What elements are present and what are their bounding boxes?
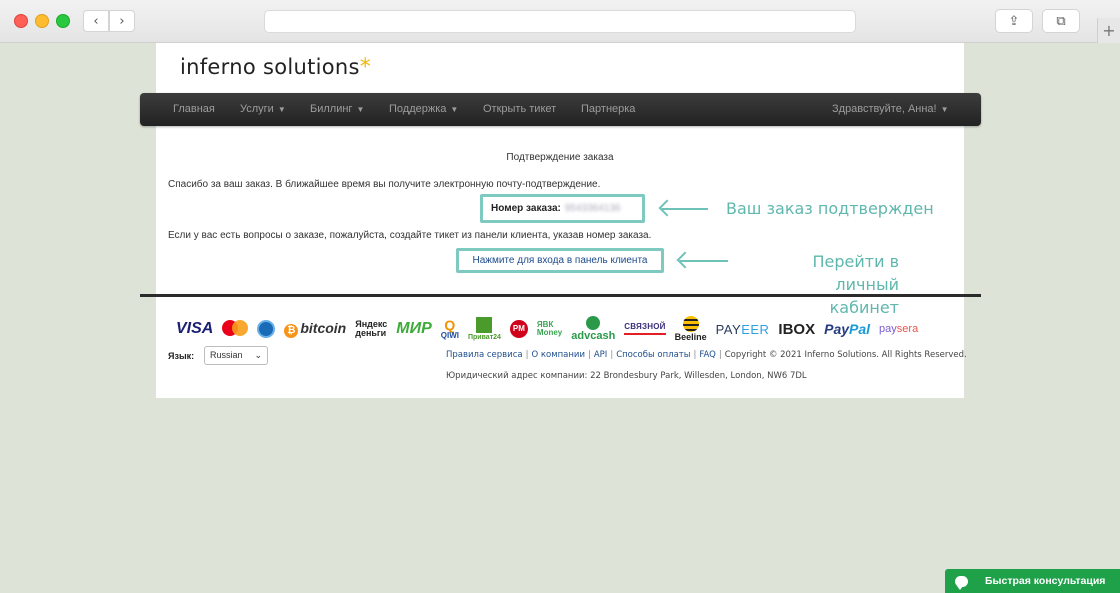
nav-item-support[interactable]: Поддержка ▼ <box>389 93 458 126</box>
webmoney-logo <box>257 320 276 338</box>
order-number-label: Номер заказа: <box>491 203 561 214</box>
site-logo[interactable]: inferno solutions* <box>180 55 371 80</box>
caret-down-icon: ▼ <box>356 105 365 114</box>
beeline-logo: Beeline <box>675 316 707 342</box>
thanks-message: Спасибо за ваш заказ. В ближайшее время … <box>168 179 601 190</box>
minimize-window-button[interactable] <box>35 14 49 28</box>
language-select[interactable]: Russian ⌄ <box>204 346 268 365</box>
yandex-money-logo: Яндекс деньги <box>355 319 388 338</box>
visa-logo: VISA <box>176 320 214 337</box>
logo-star-icon: * <box>359 55 372 80</box>
mastercard-logo <box>222 320 249 338</box>
mir-logo: МИР <box>396 320 432 337</box>
annotation-go-to-cabinet: Перейти в личный кабинет <box>812 252 899 317</box>
chevron-left-icon: ‹ <box>93 13 99 29</box>
page-title: Подтверждение заказа <box>506 152 614 163</box>
nav-item-billing[interactable]: Биллинг ▼ <box>310 93 364 126</box>
back-button[interactable]: ‹ <box>83 10 109 32</box>
share-icon: ⇪ <box>1008 13 1020 29</box>
chevron-down-icon: ⌄ <box>254 350 262 360</box>
footer-divider <box>140 294 981 297</box>
order-number-value: 9543364136 <box>564 203 621 214</box>
footer-links: Правила сервиса | О компании | API | Способы о… <box>446 350 967 360</box>
tab-overview-button[interactable]: ⧉ <box>1042 9 1080 33</box>
ibox-logo: IBOX <box>778 320 816 338</box>
language-label: Язык: <box>168 351 195 361</box>
copyright-text: Copyright © 2021 Inferno Solutions. All … <box>724 350 967 360</box>
client-area-login-link[interactable]: Нажмите для входа в панель клиента <box>456 248 664 273</box>
svyaznoy-logo: СВЯЗНОЙ <box>624 323 666 335</box>
order-number-box: Номер заказа: 9543364136 <box>480 194 645 223</box>
main-nav: Главная Услуги ▼ Биллинг ▼ Поддержка ▼ Откр… <box>140 93 981 126</box>
address-bar[interactable] <box>264 10 856 33</box>
browser-toolbar: ‹ › ⇪ ⧉ + <box>0 0 1120 43</box>
paysera-logo: paysera <box>879 322 919 335</box>
annotation-arrow-left-icon <box>680 260 728 262</box>
nav-item-open-ticket[interactable]: Открыть тикет <box>483 93 556 126</box>
forward-button[interactable]: › <box>109 10 135 32</box>
footer-link-payment-methods[interactable]: Способы оплаты <box>616 350 690 360</box>
chevron-right-icon: › <box>119 13 125 29</box>
zoom-window-button[interactable] <box>56 14 70 28</box>
perfect-money-logo: PM <box>509 320 528 338</box>
footer-link-faq[interactable]: FAQ <box>699 350 715 360</box>
bitcoin-logo: ₿ bitcoin <box>284 321 346 338</box>
quick-consultation-button[interactable]: Быстрая консультация <box>945 569 1120 593</box>
yabk-money-logo: ЯВК Money <box>536 320 563 337</box>
nav-item-affiliate[interactable]: Партнерка <box>581 93 635 126</box>
paypal-logo: PayPal <box>824 321 871 337</box>
logo-text: inferno solutions <box>180 55 360 79</box>
annotation-arrow-left-icon <box>662 208 708 210</box>
nav-user-menu[interactable]: Здравствуйте, Анна! ▼ <box>832 93 949 126</box>
chat-bubble-icon <box>955 575 968 590</box>
share-button[interactable]: ⇪ <box>995 9 1033 33</box>
caret-down-icon: ▼ <box>940 105 949 114</box>
close-window-button[interactable] <box>14 14 28 28</box>
nav-item-services[interactable]: Услуги ▼ <box>240 93 286 126</box>
company-address: Юридический адрес компании: 22 Brondesbu… <box>446 371 807 381</box>
qiwi-logo: Q QIWI <box>440 317 459 340</box>
privat24-logo: Приват24 <box>468 317 501 341</box>
tabs-icon: ⧉ <box>1056 13 1066 29</box>
annotation-order-confirmed: Ваш заказ подтвержден <box>726 199 934 218</box>
plus-icon: + <box>1102 21 1116 40</box>
footer-link-api[interactable]: API <box>594 350 607 360</box>
quick-consultation-label: Быстрая консультация <box>985 575 1106 587</box>
payeer-logo: PAYEER <box>715 321 770 337</box>
footer-link-about[interactable]: О компании <box>531 350 585 360</box>
new-tab-button[interactable]: + <box>1097 18 1120 43</box>
advcash-logo: advcash <box>571 316 615 342</box>
footer-link-terms[interactable]: Правила сервиса <box>446 350 523 360</box>
caret-down-icon: ▼ <box>277 105 286 114</box>
caret-down-icon: ▼ <box>450 105 459 114</box>
questions-message: Если у вас есть вопросы о заказе, пожалу… <box>168 230 652 241</box>
nav-item-home[interactable]: Главная <box>173 93 215 126</box>
payment-methods: VISA ₿ bitcoin Яндекс деньги МИР Q QIWI При… <box>176 314 918 344</box>
